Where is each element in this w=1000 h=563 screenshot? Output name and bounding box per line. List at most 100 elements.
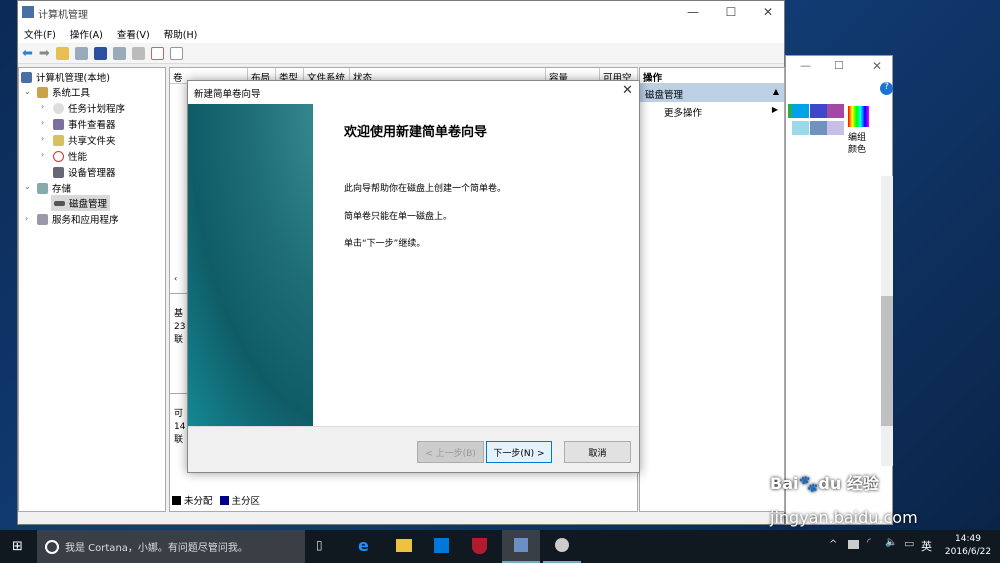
collapse-icon: ▲ bbox=[772, 87, 779, 96]
wizard-banner-image bbox=[188, 104, 313, 426]
cortana-icon bbox=[45, 539, 59, 554]
show-hidden-icons[interactable]: ^ bbox=[829, 539, 837, 550]
color-swatch[interactable] bbox=[827, 121, 844, 135]
menu-help[interactable]: 帮助(H) bbox=[164, 27, 198, 41]
actions-section-disk-management[interactable]: 磁盘管理 ▲ bbox=[640, 84, 784, 102]
maximize-button[interactable]: ☐ bbox=[721, 5, 741, 19]
minimize-button[interactable]: — bbox=[683, 5, 703, 19]
services-icon bbox=[37, 213, 48, 225]
chevron-right-icon[interactable]: › bbox=[25, 214, 28, 223]
title-bar: 计算机管理 — ☐ ✕ bbox=[18, 1, 784, 25]
windows-start-icon[interactable]: ⊞ bbox=[12, 539, 23, 554]
disk-icon bbox=[54, 200, 65, 206]
edit-colors-label[interactable]: 编组 颜色 bbox=[848, 132, 866, 156]
help-icon[interactable] bbox=[93, 46, 107, 60]
help-icon[interactable]: ? bbox=[880, 82, 893, 95]
toolbar: ⬅ ➡ bbox=[18, 43, 784, 64]
tree-item-event-viewer[interactable]: 事件查看器 bbox=[53, 117, 116, 131]
battery-icon[interactable] bbox=[848, 540, 859, 549]
actions-header: 操作 bbox=[640, 68, 784, 84]
ime-indicator[interactable]: 英 bbox=[921, 538, 932, 554]
wizard-text-1: 此向导帮助你在磁盘上创建一个简单卷。 bbox=[344, 184, 507, 194]
color-swatch[interactable] bbox=[792, 121, 809, 135]
next-button[interactable]: 下一步(N) > bbox=[486, 441, 552, 463]
network-icon[interactable]: ◜ bbox=[867, 537, 871, 548]
window-title: 计算机管理 bbox=[38, 9, 88, 21]
tree-item-storage[interactable]: 存储 bbox=[37, 181, 71, 195]
tree-item-system-tools[interactable]: 系统工具 bbox=[37, 85, 90, 99]
chevron-down-icon[interactable]: ⌄ bbox=[24, 182, 31, 191]
volume-icon[interactable]: 🔈 bbox=[885, 537, 897, 548]
tree-item-device-manager[interactable]: 设备管理器 bbox=[53, 165, 116, 179]
forward-arrow-icon[interactable]: ➡ bbox=[39, 46, 50, 61]
clock[interactable]: 14:49 2016/6/22 bbox=[940, 533, 996, 559]
tree-item-computer-management[interactable]: 计算机管理(本地) bbox=[21, 70, 110, 84]
taskbar: ⊞ 我是 Cortana，小娜。有问题尽管问我。 ▯ e ^ ◜ 🔈 ▭ 英 1… bbox=[0, 530, 1000, 563]
event-viewer-icon bbox=[53, 118, 64, 130]
chevron-right-icon[interactable]: › bbox=[41, 102, 44, 111]
menu-action[interactable]: 操作(A) bbox=[70, 27, 103, 41]
tree-item-services-apps[interactable]: 服务和应用程序 bbox=[37, 212, 119, 226]
back-arrow-icon[interactable]: ⬅ bbox=[22, 46, 33, 61]
chevron-right-icon: ▶ bbox=[771, 105, 778, 114]
properties-icon[interactable] bbox=[169, 46, 183, 60]
cancel-button[interactable]: 取消 bbox=[564, 441, 631, 463]
wizard-heading: 欢迎使用新建简单卷向导 bbox=[344, 125, 488, 140]
store-icon[interactable] bbox=[434, 538, 449, 553]
up-folder-icon[interactable] bbox=[55, 46, 69, 60]
shared-folder-icon bbox=[53, 134, 64, 146]
disk-legend: 未分配 主分区 bbox=[172, 493, 260, 507]
show-hide-tree-icon[interactable] bbox=[74, 46, 88, 60]
chevron-right-icon[interactable]: › bbox=[41, 134, 44, 143]
wizard-text-2: 简单卷只能在单一磁盘上。 bbox=[344, 212, 453, 222]
notification-icon[interactable]: ▭ bbox=[904, 537, 914, 550]
unallocated-swatch bbox=[172, 495, 181, 505]
tree-item-performance[interactable]: 性能 bbox=[53, 149, 87, 163]
storage-icon bbox=[37, 182, 48, 194]
computer-management-icon bbox=[22, 6, 34, 18]
baidu-url: jingyan.baidu.com bbox=[770, 508, 918, 527]
color-swatch[interactable] bbox=[827, 104, 844, 118]
tree-item-task-scheduler[interactable]: 任务计划程序 bbox=[53, 101, 125, 115]
back-button[interactable]: < 上一步(B) bbox=[417, 441, 484, 463]
tree-item-shared-folders[interactable]: 共享文件夹 bbox=[53, 133, 116, 147]
disk-0-label: 基 23 联 bbox=[174, 309, 186, 345]
disk-1-label: 可 14 联 bbox=[174, 409, 186, 445]
maximize-button[interactable]: ☐ bbox=[834, 59, 844, 72]
scroll-left-icon[interactable]: ‹ bbox=[174, 274, 177, 283]
close-button[interactable]: ✕ bbox=[622, 83, 633, 98]
menu-file[interactable]: 文件(F) bbox=[24, 27, 56, 41]
wizard-text-3: 单击“下一步”继续。 bbox=[344, 239, 426, 249]
connect-icon[interactable] bbox=[131, 46, 145, 60]
color-swatch[interactable] bbox=[792, 104, 809, 118]
task-view-icon[interactable]: ▯ bbox=[316, 538, 323, 552]
menu-view[interactable]: 查看(V) bbox=[117, 27, 150, 41]
close-button[interactable]: ✕ bbox=[872, 59, 882, 73]
minimize-button[interactable]: — bbox=[800, 59, 811, 72]
menu-bar: 文件(F) 操作(A) 查看(V) 帮助(H) bbox=[18, 25, 784, 43]
color-swatch[interactable] bbox=[810, 104, 827, 118]
edge-icon[interactable]: e bbox=[358, 536, 369, 555]
file-explorer-icon[interactable] bbox=[396, 539, 412, 552]
action-more-actions[interactable]: 更多操作 ▶ bbox=[640, 102, 784, 120]
mcafee-icon[interactable] bbox=[472, 538, 487, 554]
checklist-icon[interactable] bbox=[150, 46, 164, 60]
chevron-right-icon[interactable]: › bbox=[41, 118, 44, 127]
computer-management-taskbar-button[interactable] bbox=[502, 530, 540, 563]
color-swatch[interactable] bbox=[810, 121, 827, 135]
dialog-title: 新建简单卷向导 bbox=[194, 89, 261, 100]
edit-colors-icon[interactable] bbox=[848, 106, 869, 127]
scrollbar[interactable] bbox=[881, 176, 893, 466]
paint-taskbar-button[interactable] bbox=[543, 530, 581, 563]
cortana-search-box[interactable]: 我是 Cortana，小娜。有问题尽管问我。 bbox=[37, 530, 305, 563]
show-hide-action-icon[interactable] bbox=[112, 46, 126, 60]
baidu-watermark: Bai🐾du 经验 bbox=[770, 474, 879, 493]
close-button[interactable]: ✕ bbox=[758, 5, 778, 19]
clock-icon bbox=[53, 102, 64, 114]
chevron-right-icon[interactable]: › bbox=[41, 150, 44, 159]
navigation-tree: 计算机管理(本地) ⌄ 系统工具 › 任务计划程序 › 事件查看器 › 共享文件… bbox=[18, 67, 166, 512]
chevron-down-icon[interactable]: ⌄ bbox=[24, 87, 31, 96]
tools-icon bbox=[37, 86, 48, 98]
computer-management-icon bbox=[21, 71, 32, 83]
tree-item-disk-management[interactable]: 磁盘管理 bbox=[51, 195, 111, 211]
